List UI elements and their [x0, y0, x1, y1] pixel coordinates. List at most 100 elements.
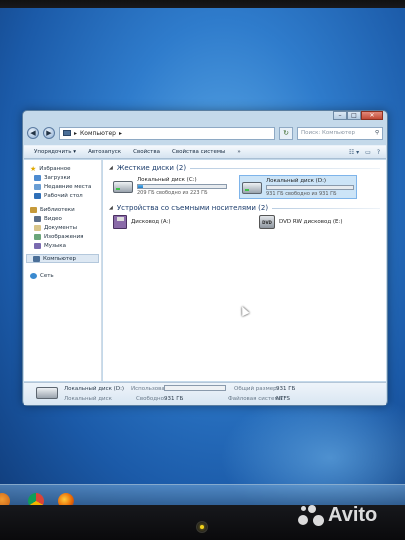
- music-icon: [34, 242, 41, 249]
- minimize-button[interactable]: –: [333, 111, 347, 120]
- hard-drive-icon: [242, 182, 262, 194]
- navigation-pane: ★ Избранное Загрузки Недавние места Рабо…: [24, 160, 102, 381]
- nav-computer[interactable]: Компьютер: [26, 254, 99, 263]
- refresh-button[interactable]: ↻: [279, 126, 293, 140]
- window-controls: – □ ✕: [333, 111, 383, 120]
- downloads-folder-icon: [34, 174, 41, 181]
- address-chevron-icon: ▸: [118, 129, 122, 137]
- drive-info: Локальный диск (C:) 209 ГБ свободно из 2…: [137, 177, 227, 196]
- group-divider: [272, 207, 380, 209]
- watermark: Avito: [298, 500, 377, 530]
- close-icon: ✕: [369, 112, 375, 119]
- nav-label: Библиотеки: [40, 206, 75, 213]
- preview-pane-icon[interactable]: ▭: [365, 149, 371, 156]
- removable-group-header[interactable]: ◢ Устройства со съемными носителями (2): [109, 203, 380, 213]
- maximize-button[interactable]: □: [347, 111, 361, 120]
- star-icon: ★: [30, 164, 37, 173]
- address-row: ◀ ▶ ▸ Компьютер ▸ ↻ Поиск: Компьютер ⚲: [27, 125, 383, 141]
- details-free-value: 931 ГБ: [164, 396, 184, 402]
- details-usage-bar: [164, 385, 226, 391]
- nav-network[interactable]: Сеть: [24, 271, 101, 280]
- system-properties-button[interactable]: Свойства системы: [172, 149, 225, 155]
- hdd-group-title: Жесткие диски (2): [116, 164, 187, 172]
- drive-usage-fill: [138, 185, 144, 188]
- address-text: Компьютер: [80, 129, 116, 137]
- desktop-icon: [34, 192, 41, 199]
- nav-music[interactable]: Музыка: [24, 241, 101, 250]
- drive-free-text: 931 ГБ свободно из 931 ГБ: [266, 191, 337, 197]
- view-options-icon[interactable]: ☷ ▾: [349, 149, 359, 156]
- nav-video[interactable]: Видео: [24, 214, 101, 223]
- minimize-icon: –: [338, 112, 342, 119]
- close-button[interactable]: ✕: [361, 111, 383, 120]
- back-button[interactable]: ◀: [27, 127, 39, 139]
- content-pane: ◢ Жесткие диски (2) Локальный диск (C:) …: [103, 160, 386, 381]
- view-controls: ☷ ▾ ▭ ?: [349, 149, 386, 156]
- search-icon: ⚲: [374, 130, 379, 136]
- screen: – □ ✕ ◀ ▶ ▸ Компьютер ▸ ↻ Поиск: Компьют…: [0, 8, 405, 508]
- hdd-list: Локальный диск (C:) 209 ГБ свободно из 2…: [109, 175, 380, 199]
- nav-label: Документы: [44, 224, 77, 231]
- drive-d[interactable]: Локальный диск (D:) 931 ГБ свободно из 9…: [239, 175, 357, 199]
- removable-list: Дисковод (A:) DVD DVD RW дисковод (E:): [109, 215, 380, 229]
- details-pane: Локальный диск (D:) Локальный диск Испол…: [24, 382, 386, 405]
- nav-recent[interactable]: Недавние места: [24, 182, 101, 191]
- address-bar[interactable]: ▸ Компьютер ▸: [59, 126, 275, 140]
- nav-label: Сеть: [40, 272, 54, 279]
- watermark-text: Avito: [328, 503, 378, 526]
- hdd-group-header[interactable]: ◢ Жесткие диски (2): [109, 163, 380, 173]
- nav-label: Музыка: [44, 242, 66, 249]
- hard-drive-icon: [113, 181, 133, 193]
- drive-free-text: 209 ГБ свободно из 223 ГБ: [137, 190, 208, 196]
- nav-desktop[interactable]: Рабочий стол: [24, 191, 101, 200]
- nav-libraries[interactable]: Библиотеки: [24, 205, 101, 214]
- nav-label: Избранное: [39, 165, 71, 172]
- floppy-drive-icon: [113, 215, 127, 229]
- details-fs-value: NTFS: [276, 396, 291, 402]
- drive-name: Локальный диск (D:): [266, 178, 327, 184]
- forward-arrow-icon: ▶: [46, 129, 52, 137]
- drive-name: Локальный диск (C:): [137, 177, 197, 183]
- nav-documents[interactable]: Документы: [24, 223, 101, 232]
- organize-button[interactable]: Упорядочить ▾: [34, 149, 76, 155]
- drive-c[interactable]: Локальный диск (C:) 209 ГБ свободно из 2…: [111, 175, 229, 199]
- search-placeholder: Поиск: Компьютер: [301, 130, 355, 136]
- properties-button[interactable]: Свойства: [133, 149, 160, 155]
- images-icon: [34, 233, 41, 240]
- nav-label: Компьютер: [43, 255, 76, 262]
- recent-places-icon: [34, 183, 41, 190]
- drive-name: DVD RW дисковод (E:): [279, 219, 343, 225]
- details-name: Локальный диск (D:): [64, 386, 125, 392]
- explorer-window: – □ ✕ ◀ ▶ ▸ Компьютер ▸ ↻ Поиск: Компьют…: [22, 110, 388, 406]
- title-bar[interactable]: – □ ✕: [23, 111, 387, 121]
- drive-usage-bar: [137, 184, 227, 189]
- forward-button[interactable]: ▶: [43, 127, 55, 139]
- back-arrow-icon: ◀: [30, 129, 36, 137]
- libraries-icon: [30, 206, 37, 213]
- drive-e[interactable]: DVD DVD RW дисковод (E:): [259, 215, 375, 229]
- help-icon[interactable]: ?: [377, 149, 380, 156]
- nav-label: Загрузки: [44, 174, 71, 181]
- nav-label: Недавние места: [44, 183, 92, 190]
- collapse-triangle-icon: ◢: [109, 165, 113, 171]
- refresh-icon: ↻: [283, 128, 289, 137]
- avito-logo-icon: [298, 503, 324, 527]
- nav-favorites[interactable]: ★ Избранное: [24, 164, 101, 173]
- nav-label: Видео: [44, 215, 62, 222]
- video-icon: [34, 215, 41, 222]
- computer-icon: [63, 130, 71, 136]
- details-free-label: Свободно:: [136, 396, 166, 402]
- nav-images[interactable]: Изображения: [24, 232, 101, 241]
- hard-drive-icon: [36, 387, 58, 399]
- command-bar: Упорядочить ▾ Автозапуск Свойства Свойст…: [24, 145, 386, 159]
- power-button[interactable]: [196, 521, 208, 533]
- nav-downloads[interactable]: Загрузки: [24, 173, 101, 182]
- nav-label: Рабочий стол: [44, 192, 83, 199]
- details-total-label: Общий размер:: [234, 386, 279, 392]
- search-input[interactable]: Поиск: Компьютер ⚲: [297, 126, 383, 140]
- more-commands-button[interactable]: »: [237, 149, 240, 155]
- drive-info: Локальный диск (D:) 931 ГБ свободно из 9…: [266, 178, 354, 197]
- details-total-value: 931 ГБ: [276, 386, 296, 392]
- drive-a[interactable]: Дисковод (A:): [113, 215, 229, 229]
- autoplay-button[interactable]: Автозапуск: [88, 149, 121, 155]
